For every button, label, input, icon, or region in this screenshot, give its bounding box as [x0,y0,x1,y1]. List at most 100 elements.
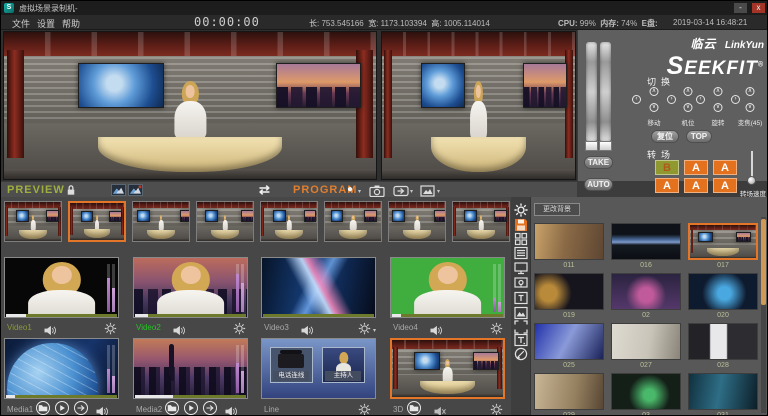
title-text-icon[interactable] [514,333,528,347]
dpad-left-button[interactable]: ‹ [696,95,705,104]
gear-icon[interactable] [490,403,503,416]
top-button[interactable]: TOP [686,130,712,143]
play-button[interactable] [184,401,198,415]
video2-thumbnail[interactable] [133,257,248,318]
speaker-icon[interactable] [224,404,238,415]
close-button[interactable]: x [752,3,765,13]
video1-thumbnail[interactable] [4,257,119,318]
camera-angle-thumb[interactable] [260,201,318,242]
transition-button-a4[interactable]: A [655,178,679,193]
speaker-icon[interactable] [43,323,57,334]
camera-angle-thumb-selected[interactable] [68,201,126,242]
dpad-down-button[interactable]: ∨ [746,103,755,112]
picture-dropdown-icon[interactable]: ▾ [437,188,440,195]
dim-length-value: 753.545166 [321,19,363,28]
swap-preview-program-icon[interactable]: ⇄ [259,182,270,198]
camera-angle-thumb[interactable] [196,201,254,242]
dpad-down-button[interactable]: ∨ [714,103,723,112]
monitor-light-icon[interactable] [514,276,528,290]
playlist-icon[interactable] [514,246,528,260]
media1-thumbnail[interactable] [4,338,119,399]
video2-label: Video2 [136,323,161,332]
menu-settings[interactable]: 设置 [37,17,55,30]
memory-value: 74% [621,19,637,28]
open-file-button[interactable] [407,401,421,415]
dpad-label: 移动 [648,117,661,127]
take-button[interactable]: TAKE [584,156,613,169]
gallery-scrollbar[interactable] [761,217,766,413]
snapshot-preview-alt-icon[interactable] [128,184,143,196]
open-file-button[interactable] [36,401,50,415]
camera-angle-thumb[interactable] [4,201,62,242]
dpad-left-button[interactable]: ‹ [632,95,641,104]
minimize-button[interactable]: - [734,3,747,13]
disk-label: E盘: [642,19,658,28]
speaker-icon[interactable] [172,323,186,334]
line-thumbnail[interactable]: 电话连线 主持人 [261,338,376,399]
menu-file[interactable]: 文件 [12,17,30,30]
gallery-scrollbar-thumb[interactable] [761,219,766,305]
picture-overlay-icon[interactable] [420,184,436,196]
speaker-muted-icon[interactable] [433,404,447,415]
dpad-up-button[interactable]: ∧ [746,87,755,96]
open-file-button[interactable] [165,401,179,415]
transition-speed-knob[interactable] [747,176,756,185]
video3-thumbnail[interactable] [261,257,376,318]
camera-angle-thumb[interactable] [452,201,510,242]
gear-icon[interactable] [358,403,371,416]
change-background-button[interactable]: 更改背景 [534,203,580,216]
stream-dropdown-icon[interactable]: ▾ [410,188,413,195]
transition-button-a2[interactable]: A [684,160,708,175]
dpad-up-button[interactable]: ∧ [650,87,659,96]
auto-button[interactable]: AUTO [584,178,613,191]
dpad-down-button[interactable]: ∨ [650,103,659,112]
menu-help[interactable]: 帮助 [62,17,80,30]
dpad-right-button[interactable]: › [667,95,676,104]
gear-icon[interactable] [104,322,117,335]
gear-dropdown-icon[interactable]: ▾ [373,327,376,334]
record-dropdown-icon[interactable]: ▾ [358,188,361,195]
next-button[interactable] [74,401,88,415]
video4-thumbnail[interactable] [390,257,505,318]
transition-button-a5[interactable]: A [684,178,708,193]
gear-icon[interactable] [490,322,503,335]
dpad-up-button[interactable]: ∧ [684,87,693,96]
settings-gear-icon[interactable] [514,203,528,217]
speaker-icon[interactable] [95,404,109,415]
camera-angle-thumb[interactable] [324,201,382,242]
fader-handle-left[interactable] [585,141,598,151]
monitor-icon[interactable] [514,261,528,275]
threed-thumbnail[interactable] [390,338,505,399]
dim-height-label: 高: [431,19,441,28]
draw-pen-icon[interactable] [514,347,528,361]
camera-snapshot-icon[interactable] [369,184,385,196]
record-icon[interactable]: ● [347,184,353,195]
snapshot-preview-icon[interactable] [111,184,126,196]
transition-button-a6[interactable]: A [713,178,737,193]
frame-crop-icon[interactable] [514,320,528,334]
gear-icon[interactable] [233,322,246,335]
save-icon[interactable] [514,218,528,232]
media2-thumbnail[interactable] [133,338,248,399]
reset-button[interactable]: 复位 [651,130,679,143]
gear-icon[interactable] [358,322,371,335]
fader-handle-right[interactable] [599,141,612,151]
dpad-up-button[interactable]: ∧ [714,87,723,96]
video4-cell: Video4 [389,257,507,337]
camera-angle-thumb[interactable] [132,201,190,242]
subtitle-text-icon[interactable] [514,291,528,305]
camera-angle-thumb[interactable] [388,201,446,242]
image-icon[interactable] [514,306,528,320]
layout-grid-icon[interactable] [514,232,528,246]
stream-output-icon[interactable] [393,184,409,196]
play-button[interactable] [55,401,69,415]
transition-button-a3[interactable]: A [713,160,737,175]
t-bar-fader[interactable] [585,42,613,154]
transition-button-b[interactable]: B [655,160,679,175]
speaker-icon[interactable] [300,323,314,334]
next-button[interactable] [203,401,217,415]
dpad-down-button[interactable]: ∨ [684,103,693,112]
speaker-icon[interactable] [429,323,443,334]
lock-icon[interactable] [65,184,77,196]
title-bar: S 虚拟场景录制机- - x [1,1,768,15]
